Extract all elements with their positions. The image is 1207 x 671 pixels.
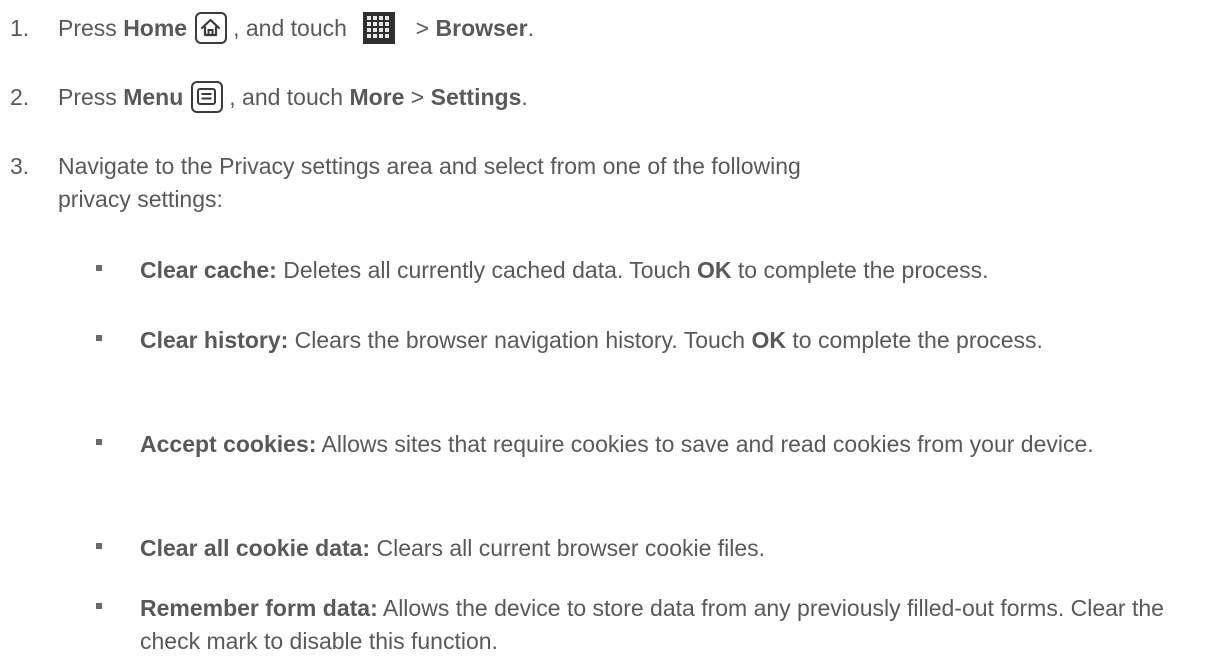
instructions-page: 1. Press Home, and touch > Browser. 2. P… [0,0,1207,671]
home-icon [195,12,228,44]
menu-icon [191,81,224,113]
step-text: Press Home, and touch > Browser. [58,12,1198,45]
step-number: 2. [10,84,30,110]
bullet-marker [96,439,102,445]
home-key-label: Home [123,15,188,41]
step-number: 1. [10,15,30,41]
bullet-marker [96,335,102,341]
step-text: Navigate to the Privacy settings area an… [58,153,801,213]
more-label: More [349,84,405,110]
bullet-marker [96,265,102,271]
settings-label: Settings [430,84,522,110]
bullet-marker [96,603,102,609]
step-number: 3. [10,153,30,179]
bullet-marker [96,543,102,549]
menu-key-label: Menu [123,84,184,110]
browser-label: Browser [435,15,528,41]
step-text: Press Menu, and touch More > Settings. [58,81,1198,114]
apps-grid-icon [363,12,396,44]
